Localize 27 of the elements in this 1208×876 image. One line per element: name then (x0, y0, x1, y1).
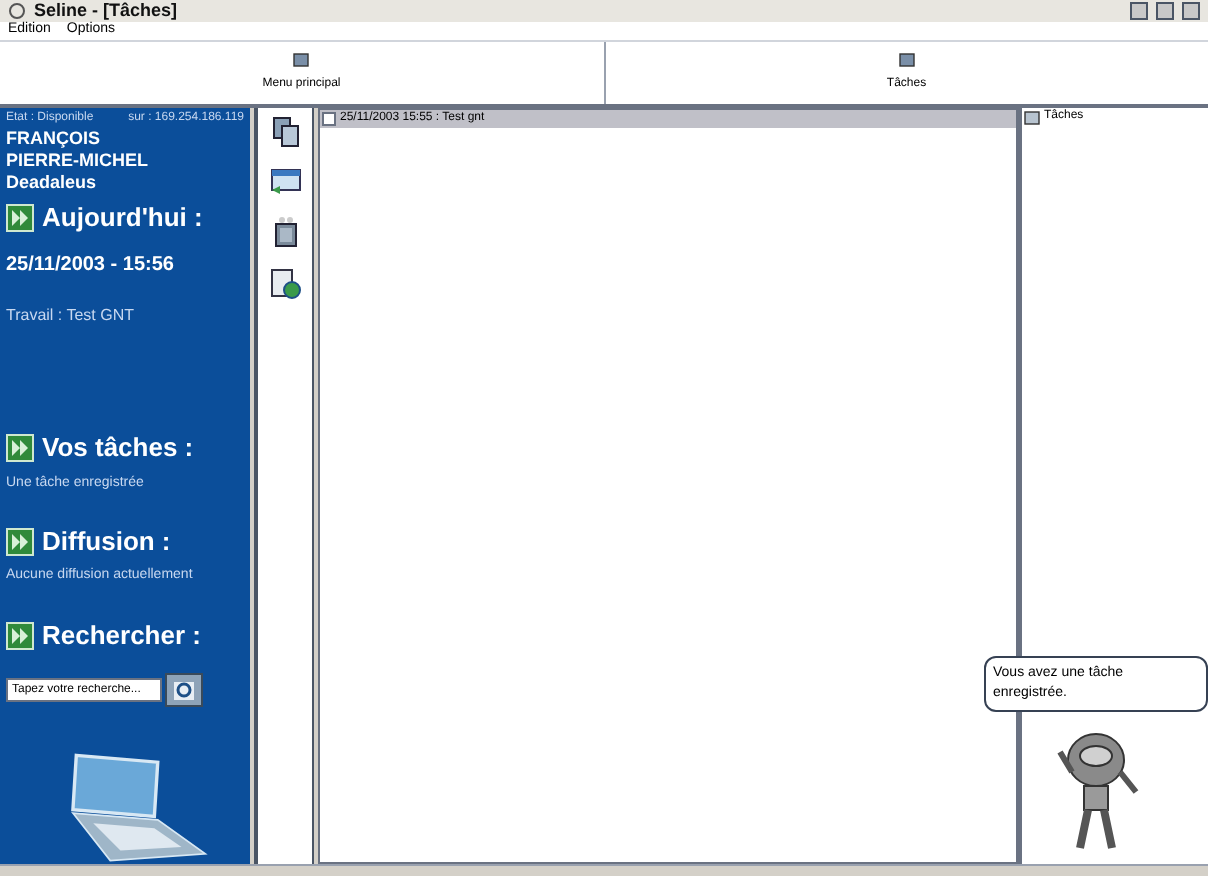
window-icon (292, 52, 311, 70)
section-title: Diffusion : (42, 526, 171, 559)
documents-icon[interactable] (271, 116, 299, 148)
task-checkbox[interactable] (322, 112, 336, 126)
user-name: Deadaleus (6, 172, 99, 194)
window-icon (897, 52, 916, 70)
forward-icon (6, 621, 34, 650)
forward-icon (6, 204, 34, 233)
user-name: FRANÇOIS (6, 128, 102, 150)
user-name: PIERRE-MICHEL (6, 150, 151, 172)
trash-icon[interactable] (273, 216, 297, 248)
section-title: Vos tâches : (42, 432, 194, 465)
calendar-icon (1024, 109, 1040, 125)
screen-icon[interactable] (269, 168, 301, 196)
maximize-button[interactable] (1156, 2, 1174, 20)
forward-icon (6, 434, 34, 463)
minimize-button[interactable] (1130, 2, 1148, 20)
date-time: 25/11/2003 - 15:56 (6, 252, 176, 281)
window-title: Seline - [Tâches] (34, 0, 180, 21)
section-title: Aujourd'hui : (42, 202, 203, 235)
forward-icon (6, 528, 34, 557)
close-button[interactable] (1182, 2, 1200, 20)
section-title: Rechercher : (42, 619, 201, 652)
work-note: Travail : Test GNT (6, 304, 137, 329)
app-icon (8, 2, 26, 20)
search-icon[interactable] (162, 668, 206, 712)
document-globe-icon[interactable] (269, 268, 301, 300)
